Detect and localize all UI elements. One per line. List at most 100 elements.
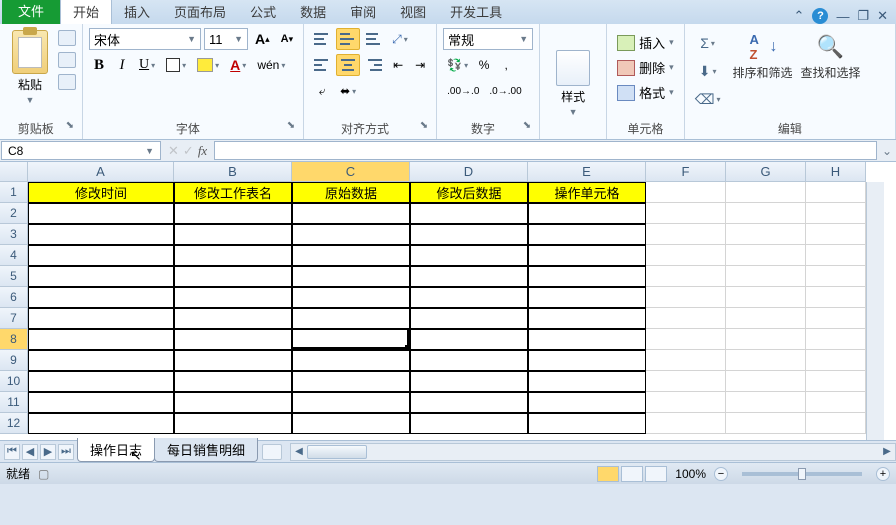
window-minimize-icon[interactable]: — (836, 9, 849, 24)
cell-F8[interactable] (646, 329, 726, 350)
cell-C3[interactable] (292, 224, 410, 245)
cell-H1[interactable] (806, 182, 866, 203)
cell-H4[interactable] (806, 245, 866, 266)
formula-input[interactable] (214, 141, 877, 160)
cell-G2[interactable] (726, 203, 806, 224)
cell-B7[interactable] (174, 308, 292, 329)
select-all-corner[interactable] (0, 162, 28, 182)
cell-H6[interactable] (806, 287, 866, 308)
cell-C1[interactable]: 原始数据 (292, 182, 410, 203)
cell-E6[interactable] (528, 287, 646, 308)
cell-A4[interactable] (28, 245, 174, 266)
horizontal-scrollbar[interactable]: ◀ ▶ (290, 443, 896, 461)
tab-home[interactable]: 开始 (60, 0, 112, 24)
clipboard-launcher-icon[interactable]: ⬊ (66, 120, 74, 131)
cell-B2[interactable] (174, 203, 292, 224)
paste-button[interactable]: 粘贴 ▼ (6, 28, 54, 118)
cell-H11[interactable] (806, 392, 866, 413)
cell-F7[interactable] (646, 308, 726, 329)
name-box[interactable]: C8▼ (1, 141, 161, 160)
cell-G11[interactable] (726, 392, 806, 413)
autosum-icon[interactable]: Σ▾ (691, 32, 725, 54)
cell-D5[interactable] (410, 266, 528, 287)
percent-icon[interactable]: % (474, 54, 494, 76)
cell-F2[interactable] (646, 203, 726, 224)
column-header-B[interactable]: B (174, 162, 292, 182)
cell-G10[interactable] (726, 371, 806, 392)
cell-G7[interactable] (726, 308, 806, 329)
cell-D1[interactable]: 修改后数据 (410, 182, 528, 203)
cell-A9[interactable] (28, 350, 174, 371)
row-header-11[interactable]: 11 (0, 392, 28, 413)
cell-B6[interactable] (174, 287, 292, 308)
align-top-icon[interactable] (310, 28, 334, 50)
tab-insert[interactable]: 插入 (112, 0, 162, 24)
cell-D10[interactable] (410, 371, 528, 392)
tab-data[interactable]: 数据 (288, 0, 338, 24)
cell-D11[interactable] (410, 392, 528, 413)
decrease-indent-icon[interactable]: ⇤ (388, 54, 408, 76)
cell-G8[interactable] (726, 329, 806, 350)
row-header-3[interactable]: 3 (0, 224, 28, 245)
italic-button[interactable]: I (112, 54, 132, 76)
cell-C7[interactable] (292, 308, 410, 329)
insert-cells-button[interactable]: 插入▾ (613, 32, 678, 53)
tab-pagelayout[interactable]: 页面布局 (162, 0, 238, 24)
cell-H10[interactable] (806, 371, 866, 392)
align-center-icon[interactable] (336, 54, 360, 76)
cell-B4[interactable] (174, 245, 292, 266)
decrease-font-icon[interactable]: A▾ (277, 28, 297, 50)
column-header-E[interactable]: E (528, 162, 646, 182)
increase-decimal-icon[interactable]: .00→.0 (443, 80, 483, 102)
sheet-tab-1[interactable]: 每日销售明细 (154, 438, 258, 462)
tab-file[interactable]: 文件 (2, 0, 60, 24)
macro-record-icon[interactable]: ▢ (38, 467, 49, 481)
row-header-7[interactable]: 7 (0, 308, 28, 329)
format-cells-button[interactable]: 格式▾ (613, 82, 678, 103)
align-middle-icon[interactable] (336, 28, 360, 50)
cell-E2[interactable] (528, 203, 646, 224)
zoom-in-icon[interactable]: + (876, 467, 890, 481)
row-header-5[interactable]: 5 (0, 266, 28, 287)
cell-F9[interactable] (646, 350, 726, 371)
increase-font-icon[interactable]: A▴ (251, 28, 274, 50)
cell-B9[interactable] (174, 350, 292, 371)
page-layout-view-icon[interactable] (621, 466, 643, 482)
cell-B3[interactable] (174, 224, 292, 245)
fx-icon[interactable]: fx (198, 143, 207, 159)
number-format-combo[interactable]: 常规▼ (443, 28, 533, 50)
tab-view[interactable]: 视图 (388, 0, 438, 24)
expand-formula-bar-icon[interactable]: ⌄ (878, 140, 896, 161)
cell-F4[interactable] (646, 245, 726, 266)
window-restore-icon[interactable]: ❐ (857, 8, 869, 24)
phonetic-button[interactable]: wén▾ (253, 54, 289, 76)
row-header-1[interactable]: 1 (0, 182, 28, 203)
align-bottom-icon[interactable] (362, 28, 386, 50)
copy-icon[interactable] (58, 52, 76, 68)
cell-C8[interactable] (292, 329, 410, 350)
comma-icon[interactable]: , (496, 54, 516, 76)
cell-C6[interactable] (292, 287, 410, 308)
orientation-icon[interactable]: ⤢▾ (388, 28, 412, 50)
cell-G3[interactable] (726, 224, 806, 245)
border-button[interactable]: ▾ (162, 54, 190, 76)
vertical-scrollbar[interactable] (866, 182, 884, 440)
cell-E12[interactable] (528, 413, 646, 434)
cell-A8[interactable] (28, 329, 174, 350)
cell-C10[interactable] (292, 371, 410, 392)
zoom-slider[interactable] (742, 472, 862, 476)
cell-D9[interactable] (410, 350, 528, 371)
row-header-12[interactable]: 12 (0, 413, 28, 434)
cell-E4[interactable] (528, 245, 646, 266)
font-color-button[interactable]: A▾ (226, 54, 250, 76)
cell-E10[interactable] (528, 371, 646, 392)
font-launcher-icon[interactable]: ⬊ (287, 120, 295, 131)
page-break-view-icon[interactable] (645, 466, 667, 482)
font-name-combo[interactable]: 宋体▼ (89, 28, 201, 50)
cell-F10[interactable] (646, 371, 726, 392)
cell-A3[interactable] (28, 224, 174, 245)
minimize-ribbon-icon[interactable]: ⌃ (794, 8, 805, 24)
underline-button[interactable]: U▾ (135, 54, 159, 76)
cell-A2[interactable] (28, 203, 174, 224)
zoom-out-icon[interactable]: − (714, 467, 728, 481)
